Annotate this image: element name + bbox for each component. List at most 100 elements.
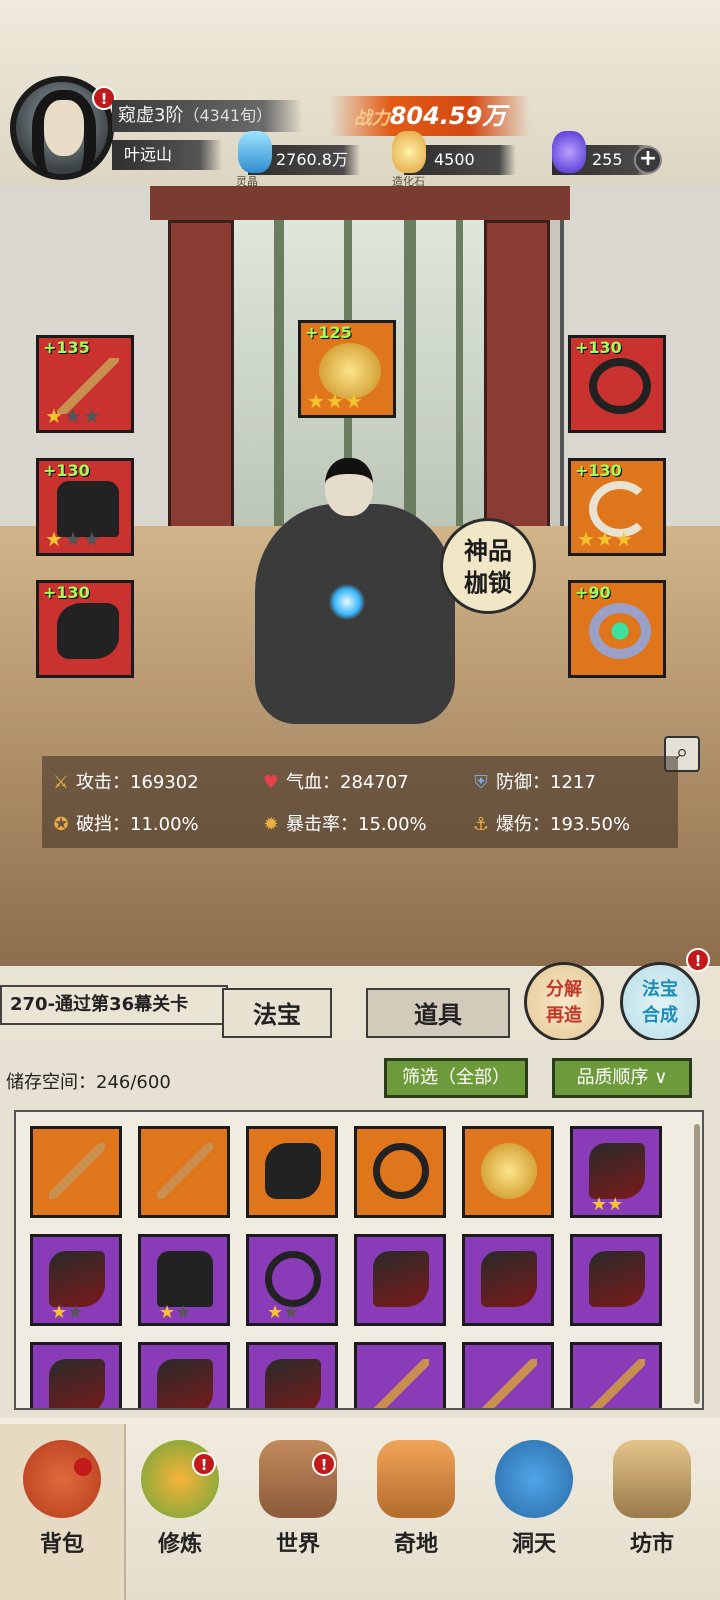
resource-creation-stone[interactable]: 造化石 4500 [392, 131, 516, 188]
decompose-button[interactable]: 分解 再造 [524, 962, 604, 1042]
inventory-slot[interactable] [570, 1342, 662, 1408]
inventory-slot[interactable] [570, 1234, 662, 1326]
inventory-slot[interactable]: ★★ [570, 1126, 662, 1218]
realm-bar: 窥虚3阶（4341旬） [112, 100, 302, 132]
inventory-slot[interactable] [138, 1126, 230, 1218]
storage-capacity: 储存空间：246/600 [6, 1068, 171, 1094]
boots-icon [57, 603, 119, 659]
stat-attack: ⚔ 攻击：169302 [50, 768, 199, 794]
slot-stars: ★★ [159, 1302, 192, 1323]
equip-level: +90 [575, 583, 611, 602]
market-chest-icon [613, 1440, 691, 1518]
resource-spirit-crystal[interactable]: 灵晶 2760.8万 [236, 131, 360, 188]
stat-value: 193.50% [550, 814, 631, 835]
stat-value: 1217 [550, 772, 596, 793]
crit-damage-icon: ⚓ [472, 814, 490, 835]
stat-break-guard: ✪ 破挡：11.00% [50, 810, 198, 836]
inventory-slot[interactable] [30, 1342, 122, 1408]
nav-market[interactable]: 坊市 [598, 1440, 706, 1570]
inventory-slot[interactable] [462, 1126, 554, 1218]
equip-level: +130 [43, 583, 90, 602]
stats-panel: ⚔ 攻击：169302 ♥ 气血：284707 ⛨ 防御：1217 ✪ 破挡：11.00… [42, 756, 678, 848]
equip-slot-weapon[interactable]: +135 ★★★ [36, 335, 134, 433]
storage-label: 储存空间： [6, 1072, 96, 1093]
equip-slot-necklace[interactable]: +130 ★★★ [568, 458, 666, 556]
cultivate-alert-icon: ! [192, 1452, 216, 1476]
inventory-slot[interactable] [462, 1342, 554, 1408]
stat-label: 攻击： [76, 772, 130, 793]
inventory-slot[interactable]: ★★ [246, 1234, 338, 1326]
staff-icon [481, 1359, 537, 1408]
inventory-slot[interactable] [30, 1126, 122, 1218]
armor-icon [157, 1251, 213, 1307]
stage-progress[interactable]: 270-通过第36幕关卡 [0, 985, 228, 1025]
nav-wonder[interactable]: 奇地 [362, 1440, 470, 1570]
cave-portal-icon [495, 1440, 573, 1518]
slot-stars: ★★ [51, 1302, 84, 1323]
inventory-slot[interactable] [246, 1342, 338, 1408]
equip-level: +130 [575, 338, 622, 357]
staff-icon [589, 1359, 645, 1408]
sort-label: 品质顺序 [576, 1067, 649, 1088]
spirit-orb [329, 584, 365, 620]
inventory-slot[interactable] [354, 1342, 446, 1408]
equip-slot-ring[interactable]: +90 [568, 580, 666, 678]
add-resource-button[interactable]: + [634, 146, 662, 174]
realm-text: 窥虚3阶 [118, 105, 184, 126]
slot-stars: ★★ [591, 1194, 624, 1215]
stat-crit-damage: ⚓ 爆伤：193.50% [470, 810, 630, 836]
blade-icon [373, 1251, 429, 1307]
door-right [484, 220, 550, 550]
equip-slot-headband[interactable]: +130 [568, 335, 666, 433]
inventory-slot[interactable]: ★★ [138, 1234, 230, 1326]
decompose-label: 分解 再造 [546, 979, 582, 1026]
divine-shackle-badge[interactable]: 神品 枷锁 [440, 518, 536, 614]
equip-stars: ★★★ [307, 389, 364, 413]
inventory-slot[interactable] [354, 1234, 446, 1326]
inventory-slot[interactable] [462, 1234, 554, 1326]
storage-value: 246/600 [96, 1072, 171, 1093]
shield-icon: ⛨ [474, 772, 488, 793]
nav-world[interactable]: 世界 [244, 1440, 352, 1570]
nav-label: 背包 [39, 1532, 84, 1557]
equip-slot-treasure[interactable]: +125 ★★★ [298, 320, 396, 418]
inventory-slot[interactable] [246, 1126, 338, 1218]
slot-stars: ★★ [267, 1302, 300, 1323]
nav-cave[interactable]: 洞天 [480, 1440, 588, 1570]
equip-level: +130 [43, 461, 90, 480]
filter-button[interactable]: 筛选（全部） [384, 1058, 528, 1098]
sort-button[interactable]: 品质顺序 ∨ [552, 1058, 692, 1098]
inventory-slot[interactable] [138, 1342, 230, 1408]
inventory-slot[interactable]: ★★ [30, 1234, 122, 1326]
tab-fabao[interactable]: 法宝 [222, 988, 332, 1038]
bag-alert-icon [74, 1458, 92, 1476]
blade-icon [265, 1359, 321, 1408]
equip-level: +125 [305, 323, 352, 342]
inventory-slot[interactable] [354, 1126, 446, 1218]
stat-hp: ♥ 气血：284707 [260, 768, 409, 794]
spirit-flame-icon [552, 131, 586, 173]
synthesize-button[interactable]: 法宝 合成 [620, 962, 700, 1042]
ring-icon [589, 603, 651, 659]
wonder-land-icon [377, 1440, 455, 1518]
nav-label: 世界 [275, 1532, 320, 1557]
crit-rate-icon: ✹ [263, 814, 279, 835]
stat-label: 防御： [496, 772, 550, 793]
equip-slot-boots[interactable]: +130 [36, 580, 134, 678]
tab-daoju[interactable]: 道具 [366, 988, 510, 1038]
equip-level: +135 [43, 338, 90, 357]
equip-slot-armor[interactable]: +130 ★★★ [36, 458, 134, 556]
stat-value: 284707 [340, 772, 409, 793]
nav-cultivate[interactable]: 修炼 [126, 1440, 234, 1570]
resource-value: 255 [592, 150, 623, 169]
headband-icon [589, 358, 651, 414]
bag-icon [23, 1440, 101, 1518]
treasure-icon [481, 1143, 537, 1199]
badge-text: 神品 枷锁 [464, 537, 512, 597]
player-name: 叶远山 [112, 140, 222, 170]
inventory-scrollbar[interactable] [694, 1124, 700, 1404]
nav-bag[interactable]: 背包 [8, 1440, 116, 1570]
combat-power-value: 804.59万 [389, 102, 507, 130]
blade-icon [157, 1359, 213, 1408]
realm-extra: （4341旬） [183, 106, 273, 125]
